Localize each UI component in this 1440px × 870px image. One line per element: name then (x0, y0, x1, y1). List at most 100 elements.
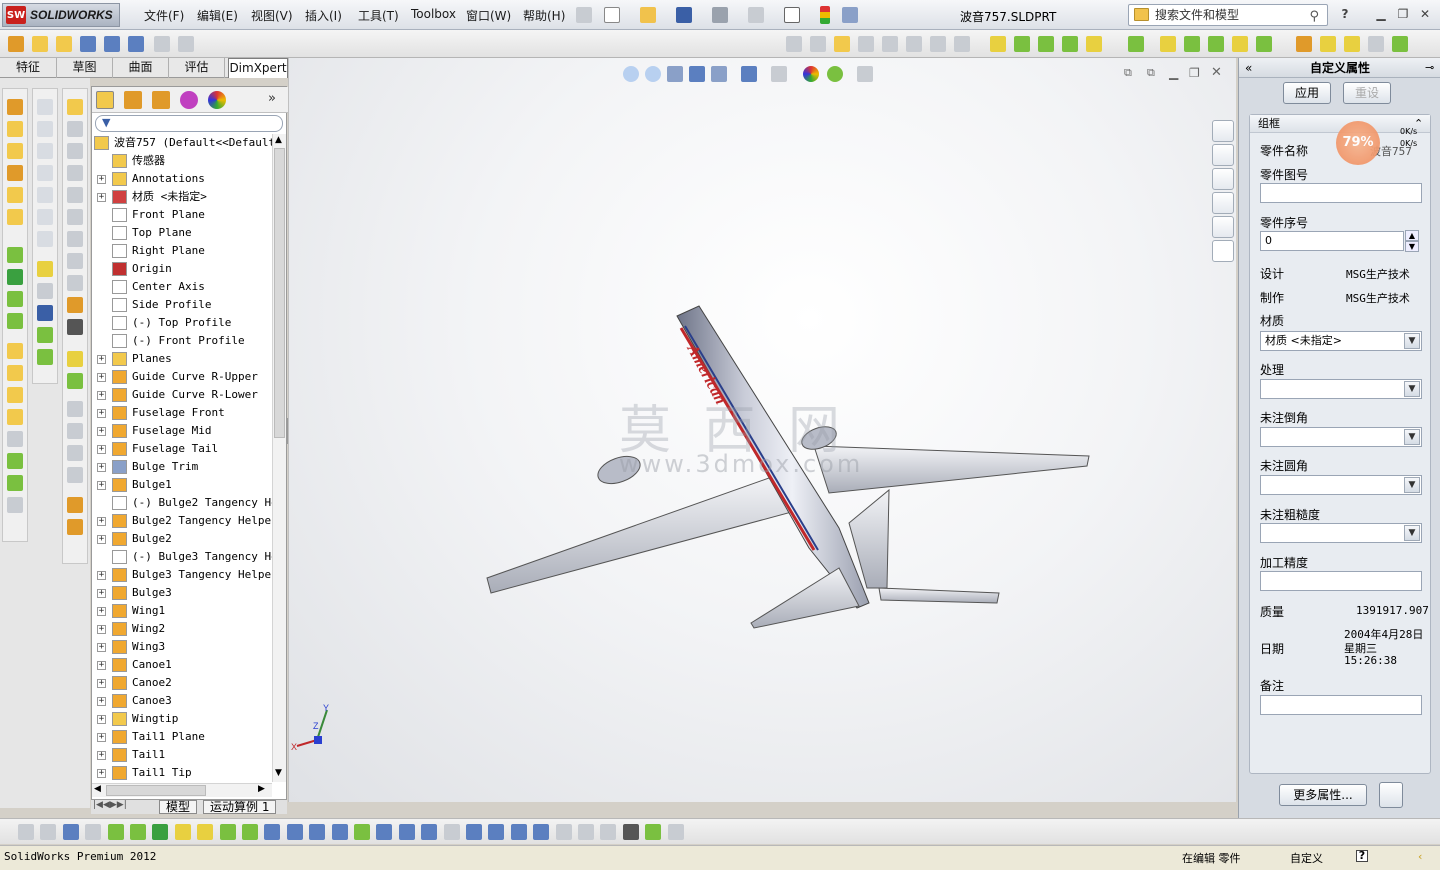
selection-filter-6-icon[interactable] (130, 824, 146, 840)
selection-filter-25-icon[interactable] (555, 824, 572, 840)
vt3-tool-1-icon[interactable] (67, 99, 83, 115)
selection-filter-24-icon[interactable] (533, 824, 550, 840)
selection-filter-29-icon[interactable] (645, 824, 662, 840)
viewport-close-icon[interactable]: ✕ (1211, 65, 1222, 80)
close-icon[interactable]: ✕ (1418, 7, 1432, 21)
status-help-icon[interactable]: ? (1356, 850, 1368, 862)
expand-plus-icon[interactable]: + (97, 517, 106, 526)
selection-filter-9-icon[interactable] (197, 824, 214, 840)
tree-node[interactable]: + Wing3 (92, 638, 272, 656)
fillet-icon[interactable] (178, 36, 194, 52)
spin-down-icon[interactable]: ▼ (1405, 241, 1419, 252)
vt3-tool-19-icon[interactable] (67, 519, 83, 535)
tab-evaluate[interactable]: 评估 (169, 58, 225, 78)
view-settings-icon[interactable] (857, 66, 873, 82)
menu-view[interactable]: 视图(V) (251, 7, 293, 24)
tree-node[interactable]: + Bulge2 Tangency Helper (92, 512, 272, 530)
network-speed-badge[interactable]: 79% (1336, 121, 1380, 165)
tree-node[interactable]: + Fuselage Front (92, 404, 272, 422)
expand-plus-icon[interactable]: + (97, 427, 106, 436)
selection-filter-4-icon[interactable] (85, 824, 102, 840)
selection-filter-26-icon[interactable] (578, 824, 594, 840)
feature-tool-6-icon[interactable] (1256, 36, 1272, 52)
vt2-tool-10-icon[interactable] (37, 305, 53, 321)
selection-filter-17-icon[interactable] (376, 824, 393, 840)
vt2-tool-6-icon[interactable] (37, 209, 53, 225)
menu-file[interactable]: 文件(F) (144, 7, 184, 24)
expand-plus-icon[interactable]: + (97, 373, 106, 382)
vt1-tool-10-icon[interactable] (7, 313, 23, 329)
surface-tool-4-icon[interactable] (858, 36, 874, 52)
feature-tool-2-icon[interactable] (1160, 36, 1176, 52)
vt2-tool-1-icon[interactable] (37, 99, 53, 115)
vt1-tool-5-icon[interactable] (7, 187, 23, 203)
selection-filter-14-icon[interactable] (309, 824, 326, 840)
vt2-tool-3-icon[interactable] (37, 143, 53, 159)
tree-node[interactable]: + Guide Curve R-Upper (92, 368, 272, 386)
tree-node[interactable]: + Tail1 Tip (92, 764, 272, 782)
apply-button[interactable]: 应用 (1283, 82, 1331, 104)
feature-tool-11-icon[interactable] (1392, 36, 1408, 52)
surface-tool-3-icon[interactable] (834, 36, 850, 52)
selection-filter-3-icon[interactable] (62, 824, 79, 840)
scroll-up-icon[interactable]: ▲ (275, 135, 282, 145)
surface-tool-8-icon[interactable] (954, 36, 970, 52)
spin-up-icon[interactable]: ▲ (1405, 230, 1419, 241)
vt2-tool-9-icon[interactable] (37, 283, 53, 299)
tree-filter-input[interactable]: ▼ (95, 115, 283, 132)
vt2-tool-7-icon[interactable] (37, 231, 53, 247)
vt1-tool-12-icon[interactable] (7, 365, 23, 381)
vt3-tool-6-icon[interactable] (67, 209, 83, 225)
menu-edit[interactable]: 编辑(E) (197, 7, 238, 24)
vt2-tool-12-icon[interactable] (37, 349, 53, 365)
tree-node[interactable]: + Bulge3 (92, 584, 272, 602)
display-manager-tab-icon[interactable] (208, 91, 226, 109)
menu-toolbox[interactable]: Toolbox (411, 7, 456, 21)
save-icon[interactable] (676, 7, 692, 23)
curve-tool-5-icon[interactable] (1086, 36, 1102, 52)
previous-view-icon[interactable] (667, 66, 683, 82)
expand-plus-icon[interactable]: + (97, 589, 106, 598)
curve-tool-4-icon[interactable] (1062, 36, 1078, 52)
chamfer-dropdown[interactable]: ▼ (1260, 427, 1422, 447)
expand-plus-icon[interactable]: + (97, 715, 106, 724)
design-value[interactable]: MSG生产技术 (1346, 266, 1410, 282)
apply-scene-icon[interactable] (827, 66, 843, 82)
tree-node[interactable]: + Wing1 (92, 602, 272, 620)
selection-filter-12-icon[interactable] (264, 824, 281, 840)
tab-dimxpert[interactable]: DimXpert (228, 58, 288, 78)
expand-plus-icon[interactable]: + (97, 769, 106, 778)
viewport-split2-icon[interactable]: ⧉ (1147, 66, 1155, 80)
vt1-tool-2-icon[interactable] (7, 121, 23, 137)
expand-plus-icon[interactable]: + (97, 751, 106, 760)
status-expand-icon[interactable]: ‹ (1418, 850, 1422, 863)
expand-plus-icon[interactable]: + (97, 697, 106, 706)
solidworks-resources-icon[interactable] (1212, 120, 1234, 142)
dimxpert-manager-tab-icon[interactable] (180, 91, 198, 109)
expand-plus-icon[interactable]: + (97, 679, 106, 688)
curve-tool-2-icon[interactable] (1014, 36, 1030, 52)
feature-tool-8-icon[interactable] (1320, 36, 1336, 52)
vt3-tool-9-icon[interactable] (67, 275, 83, 291)
tree-node[interactable]: Top Plane (92, 224, 272, 242)
configuration-manager-tab-icon[interactable] (152, 91, 170, 109)
vt2-tool-8-icon[interactable] (37, 261, 53, 277)
expand-plus-icon[interactable]: + (97, 733, 106, 742)
vt1-tool-17-icon[interactable] (7, 475, 23, 491)
print-icon[interactable] (712, 7, 728, 23)
help-question-icon[interactable]: ? (1338, 7, 1352, 21)
feature-tool-9-icon[interactable] (1344, 36, 1360, 52)
tree-node[interactable]: + Wing2 (92, 620, 272, 638)
expand-plus-icon[interactable]: + (97, 355, 106, 364)
feature-tool-5-icon[interactable] (1232, 36, 1248, 52)
vt1-tool-1-icon[interactable] (7, 99, 23, 115)
new-document-icon[interactable] (604, 7, 620, 23)
expand-plus-icon[interactable]: + (97, 193, 106, 202)
expand-plus-icon[interactable]: + (97, 175, 106, 184)
tree-node[interactable]: Front Plane (92, 206, 272, 224)
tab-model[interactable]: 模型 (159, 800, 198, 814)
selection-filter-10-icon[interactable] (219, 824, 236, 840)
selection-filter-20-icon[interactable] (443, 824, 460, 840)
loft-icon[interactable] (80, 36, 96, 52)
feature-tool-10-icon[interactable] (1368, 36, 1384, 52)
